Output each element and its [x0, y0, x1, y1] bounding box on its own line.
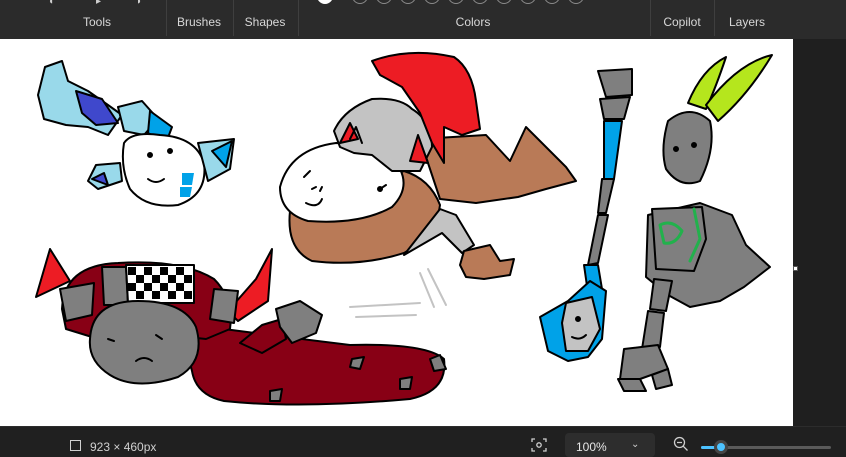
helmet-creature-drawing: [35, 248, 447, 406]
zoom-level-dropdown[interactable]: 100% ⌄: [565, 433, 655, 457]
color-swatch[interactable]: [496, 0, 512, 4]
chevron-down-icon: ⌄: [631, 439, 640, 450]
color-swatch[interactable]: [376, 0, 392, 4]
drawing-artwork: [35, 51, 773, 406]
color-swatch[interactable]: [448, 0, 464, 4]
canvas-resize-handle[interactable]: [793, 266, 798, 271]
status-bar: 923 × 460px 100% ⌄: [0, 426, 846, 457]
spear-robot-drawing: [539, 54, 773, 392]
zoom-out-icon[interactable]: [673, 436, 689, 452]
color-swatch[interactable]: [520, 0, 536, 4]
colors-group-label[interactable]: Colors: [456, 15, 491, 29]
divider: [233, 0, 234, 36]
tool-icon[interactable]: ▸: [96, 0, 101, 7]
ribbon-toolbar: ◖ ▸ ◗ Tools Brushes Shapes Colors Copilo…: [0, 0, 846, 39]
canvas-size-icon: [70, 440, 81, 451]
canvas-area[interactable]: [0, 39, 846, 426]
knight-creature-drawing: [279, 51, 577, 280]
divider: [650, 0, 651, 36]
color-swatch[interactable]: [352, 0, 368, 4]
color-swatch[interactable]: [544, 0, 560, 4]
tools-group-label[interactable]: Tools: [83, 15, 111, 29]
layers-group-label[interactable]: Layers: [729, 15, 765, 29]
color-swatch[interactable]: [472, 0, 488, 4]
tool-selection-icon[interactable]: ◖: [48, 0, 54, 7]
copilot-group-label[interactable]: Copilot: [663, 15, 700, 29]
shapes-group-label[interactable]: Shapes: [245, 15, 286, 29]
fish-creature-drawing: [37, 60, 235, 207]
divider: [714, 0, 715, 36]
color-swatch[interactable]: [400, 0, 416, 4]
motion-lines-drawing: [349, 268, 447, 318]
divider: [298, 0, 299, 36]
color-swatch[interactable]: [424, 0, 440, 4]
drawing-canvas[interactable]: [0, 39, 793, 426]
color-swatch[interactable]: [568, 0, 584, 4]
divider: [166, 0, 167, 36]
color-swatch-selected[interactable]: [317, 0, 333, 4]
tool-icon[interactable]: ◗: [136, 0, 142, 7]
zoom-slider[interactable]: [701, 440, 831, 454]
fit-to-window-icon[interactable]: [531, 438, 547, 452]
brushes-group-label[interactable]: Brushes: [177, 15, 221, 29]
